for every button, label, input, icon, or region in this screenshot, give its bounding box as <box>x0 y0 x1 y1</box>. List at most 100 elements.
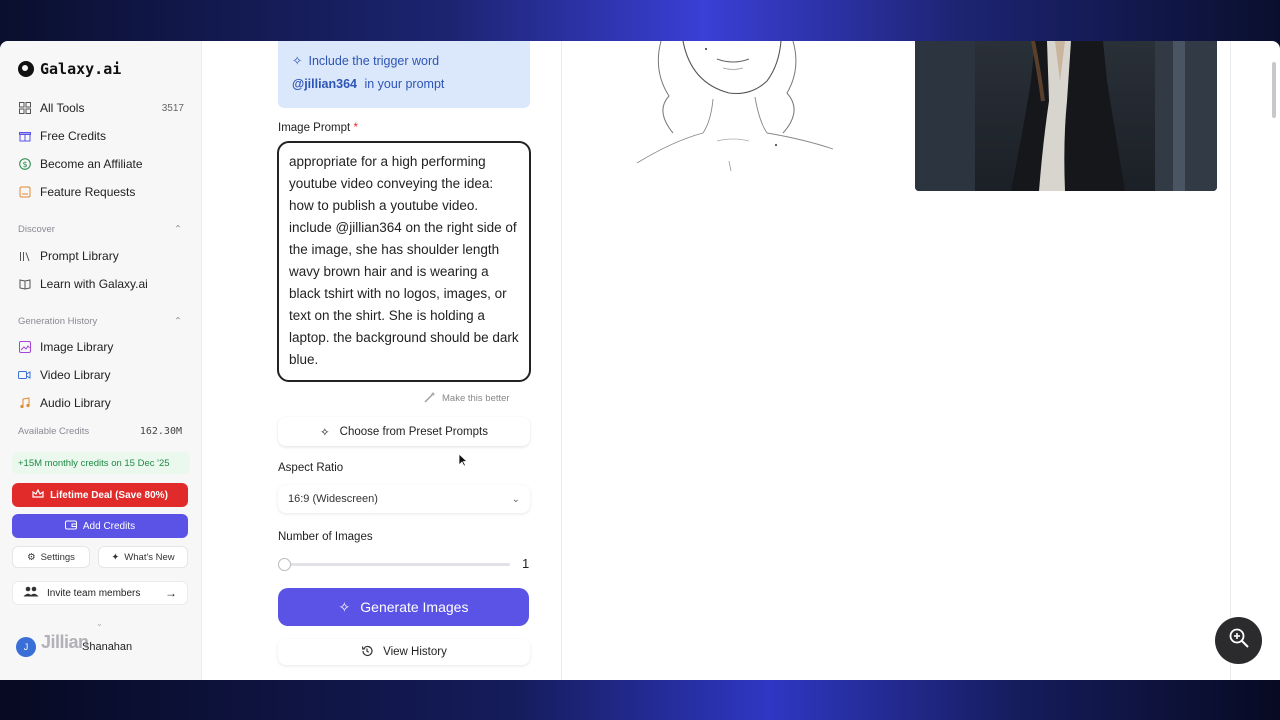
sidebar-item-free-credits[interactable]: Free Credits <box>18 125 184 147</box>
button-label: Add Credits <box>82 520 136 532</box>
button-label: Invite team members <box>47 587 141 599</box>
sidebar-item-label: Feature Requests <box>40 185 136 199</box>
arrow-right-icon: → <box>165 586 177 600</box>
button-label: Choose from Preset Prompts <box>339 425 488 438</box>
history-icon <box>361 645 373 660</box>
mouse-cursor-icon <box>458 453 468 467</box>
gift-icon <box>18 130 31 143</box>
preset-prompts-button[interactable]: ✧ Choose from Preset Prompts <box>278 417 530 446</box>
trigger-word-notice: ✧ Include the trigger word @jillian364 i… <box>278 41 530 108</box>
prompt-text: appropriate for a high performing youtub… <box>289 154 519 367</box>
crown-icon <box>32 488 44 502</box>
lifetime-deal-button[interactable]: Lifetime Deal (Save 80%) <box>12 483 188 507</box>
sidebar-item-label: Learn with Galaxy.ai <box>40 277 148 291</box>
zoom-button[interactable] <box>1215 617 1262 664</box>
button-label: What's New <box>124 551 175 563</box>
button-label: View History <box>383 646 447 658</box>
sparkle-icon: ✧ <box>320 426 330 439</box>
aspect-ratio-select[interactable]: 16:9 (Widescreen) ⌄ <box>278 485 530 513</box>
button-label: Generate Images <box>360 599 469 615</box>
trigger-word[interactable]: @jillian364 <box>292 77 357 91</box>
sparkle-icon: ✧ <box>338 598 351 615</box>
user-name: Shanahan <box>82 641 133 653</box>
prompt-textarea[interactable]: appropriate for a high performing youtub… <box>277 141 531 382</box>
number-of-images-label: Number of Images <box>278 531 373 543</box>
app-window: Galaxy.ai All Tools 3517 Free Credits $ … <box>0 41 1280 680</box>
sidebar-item-prompt-library[interactable]: Prompt Library <box>18 245 184 267</box>
sidebar-item-learn[interactable]: Learn with Galaxy.ai <box>18 273 184 295</box>
chevron-up-icon: ⌃ <box>174 316 182 327</box>
button-label: Make this better <box>442 393 510 404</box>
sidebar-item-label: Become an Affiliate <box>40 157 143 171</box>
feature-icon <box>18 186 31 199</box>
credits-label: Available Credits <box>18 426 90 437</box>
svg-text:$: $ <box>22 160 27 169</box>
required-marker: * <box>353 122 358 134</box>
tool-count: 3517 <box>161 102 184 114</box>
chevron-up-icon: ⌃ <box>174 224 182 235</box>
magic-wand-icon <box>424 391 436 406</box>
sidebar-item-label: Video Library <box>40 368 111 382</box>
generated-photo-thumbnail[interactable] <box>915 41 1217 191</box>
zoom-in-icon <box>1228 627 1250 654</box>
generate-images-button[interactable]: ✧ Generate Images <box>278 588 529 626</box>
galaxy-logo-icon <box>18 61 34 77</box>
make-better-button[interactable]: Make this better <box>424 391 510 406</box>
sketch-reference-image[interactable] <box>633 41 843 181</box>
generation-form: ✧ Include the trigger word @jillian364 i… <box>202 41 562 680</box>
image-icon <box>18 341 31 354</box>
monthly-credits-note: +15M monthly credits on 15 Dec '25 <box>12 452 190 474</box>
sidebar-item-audio-library[interactable]: Audio Library <box>18 392 184 414</box>
notice-text: in your prompt <box>364 77 445 91</box>
section-title: Discover <box>18 224 55 235</box>
chevron-down-icon: ⌄ <box>511 493 520 505</box>
desktop-background <box>0 680 1280 720</box>
history-section-header[interactable]: Generation History ⌃ <box>18 316 182 327</box>
sparkle-icon: ✧ <box>292 54 303 68</box>
button-label: Lifetime Deal (Save 80%) <box>50 489 168 501</box>
wallet-icon <box>64 520 77 533</box>
sparkle-icon: ✦ <box>111 551 120 563</box>
library-icon <box>18 250 31 263</box>
sidebar-item-label: Audio Library <box>40 396 111 410</box>
team-icon <box>23 586 39 600</box>
video-watermark-logo: Jillian <box>41 632 89 652</box>
app-name: Galaxy.ai <box>40 60 122 78</box>
label-text: Image Prompt <box>278 122 351 134</box>
sidebar-item-feature-requests[interactable]: Feature Requests <box>18 181 184 203</box>
images-slider-thumb[interactable] <box>278 558 291 571</box>
sidebar-item-label: Image Library <box>40 340 114 354</box>
images-slider-track[interactable] <box>284 563 510 566</box>
discover-section-header[interactable]: Discover ⌃ <box>18 224 182 235</box>
section-title: Generation History <box>18 316 98 327</box>
gear-icon: ⚙ <box>27 551 36 563</box>
invite-team-button[interactable]: Invite team members → <box>12 581 188 605</box>
book-icon <box>18 278 31 291</box>
prompt-label: Image Prompt * <box>278 122 358 134</box>
sidebar-item-label: Free Credits <box>40 129 107 143</box>
chevron-down-icon[interactable]: ⌄ <box>96 619 103 628</box>
aspect-ratio-label: Aspect Ratio <box>278 462 344 474</box>
sidebar-item-all-tools[interactable]: All Tools 3517 <box>18 97 184 119</box>
available-credits: Available Credits 162.30M <box>18 426 182 437</box>
grid-icon <box>18 102 31 115</box>
video-icon <box>18 369 31 382</box>
logo[interactable]: Galaxy.ai <box>18 60 121 78</box>
view-history-button[interactable]: View History <box>278 639 530 665</box>
results-area <box>563 41 1231 680</box>
sidebar-item-image-library[interactable]: Image Library <box>18 336 184 358</box>
music-icon <box>18 397 31 410</box>
sidebar: Galaxy.ai All Tools 3517 Free Credits $ … <box>0 41 202 680</box>
dollar-icon: $ <box>18 158 31 171</box>
settings-button[interactable]: ⚙ Settings <box>12 546 90 568</box>
whats-new-button[interactable]: ✦ What's New <box>98 546 188 568</box>
sidebar-item-label: Prompt Library <box>40 249 119 263</box>
notice-text: Include the trigger word <box>308 53 440 68</box>
sidebar-item-affiliate[interactable]: $ Become an Affiliate <box>18 153 184 175</box>
scrollbar[interactable] <box>1272 62 1276 118</box>
avatar: J <box>16 637 36 657</box>
sidebar-item-video-library[interactable]: Video Library <box>18 364 184 386</box>
credits-value: 162.30M <box>139 426 182 437</box>
add-credits-button[interactable]: Add Credits <box>12 514 188 538</box>
sidebar-item-label: All Tools <box>40 101 85 115</box>
